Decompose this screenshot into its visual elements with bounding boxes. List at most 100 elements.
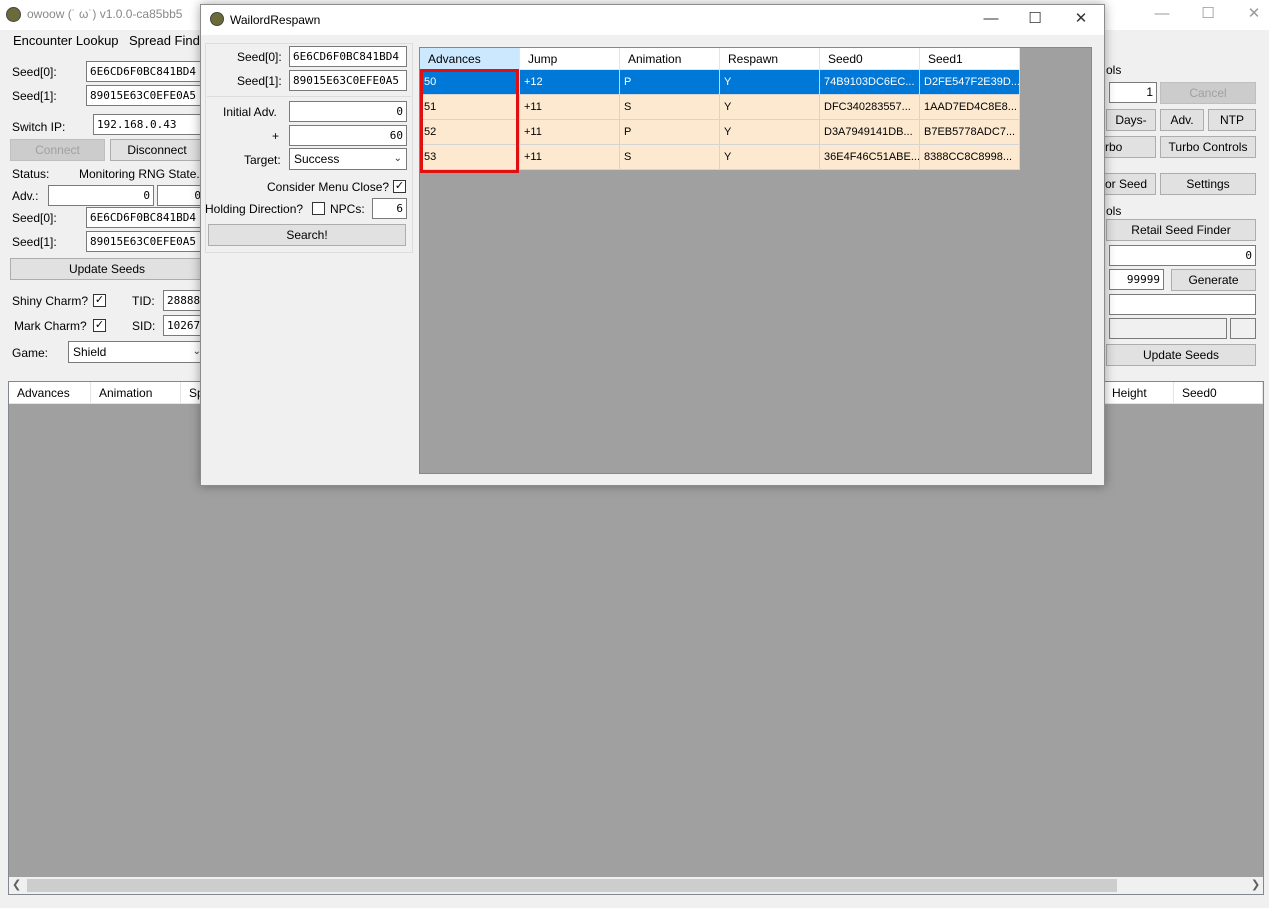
mark-charm-label: Mark Charm? (14, 319, 87, 333)
cell-animation: S (620, 145, 720, 170)
status-label: Status: (12, 167, 50, 181)
npcs-label: NPCs: (330, 202, 365, 216)
scroll-right-icon[interactable]: ❯ (1251, 878, 1260, 891)
adv-button[interactable]: Adv. (1160, 109, 1204, 131)
cell-animation: P (620, 70, 720, 95)
adv-label: Adv.: (12, 189, 39, 203)
cell-seed1: B7EB5778ADC7... (920, 120, 1020, 145)
dialog-seed1-label: Seed[1]: (237, 74, 282, 88)
tid-label: TID: (132, 294, 155, 308)
close-icon[interactable]: ✕ (1231, 0, 1269, 30)
cell-seed1: D2FE547F2E39D... (920, 70, 1020, 95)
result-field-1[interactable] (1109, 294, 1256, 315)
col-jump[interactable]: Jump (520, 48, 620, 70)
max-field[interactable]: 99999 (1109, 269, 1164, 290)
initial-adv-field[interactable]: 0 (289, 101, 407, 122)
cell-respawn: Y (720, 70, 820, 95)
dialog-app-icon (210, 12, 224, 26)
cell-seed0: 36E4F46C51ABE... (820, 145, 920, 170)
for-seed-button[interactable]: or Seed (1104, 173, 1156, 195)
consider-menu-close-checkbox[interactable]: ✓ (393, 180, 406, 193)
sid-field[interactable]: 10267 (163, 315, 205, 336)
game-select[interactable]: Shield ⌄ (68, 341, 206, 363)
settings-button[interactable]: Settings (1160, 173, 1256, 195)
col-respawn[interactable]: Respawn (720, 48, 820, 70)
tid-field[interactable]: 28888 (163, 290, 205, 311)
mark-charm-checkbox[interactable]: ✓ (93, 319, 106, 332)
seed1-field-2[interactable]: 89015E63C0EFE0A5 (86, 231, 206, 252)
main-col-seed0[interactable]: Seed0 (1174, 382, 1263, 404)
main-window-title: owoow (˙ ω˙) v1.0.0-ca85bb5 (27, 7, 183, 21)
connect-button[interactable]: Connect (10, 139, 105, 161)
dialog-results-grid[interactable]: Advances Jump Animation Respawn Seed0 Se… (419, 47, 1092, 474)
main-col-advances[interactable]: Advances (9, 382, 91, 404)
chevron-down-icon: ⌄ (393, 153, 402, 164)
cell-respawn: Y (720, 145, 820, 170)
dialog-seed0-field[interactable]: 6E6CD6F0BC841BD4 (289, 46, 407, 67)
retail-seed-finder-button[interactable]: Retail Seed Finder (1106, 219, 1256, 241)
minimize-icon[interactable]: — (1139, 0, 1185, 30)
cell-seed1: 8388CC8C8998... (920, 145, 1020, 170)
cell-seed1: 1AAD7ED4C8E8... (920, 95, 1020, 120)
result-field-2[interactable] (1109, 318, 1227, 339)
update-seeds-button[interactable]: Update Seeds (10, 258, 204, 280)
tools-group-label: ols (1106, 63, 1122, 77)
cell-jump: +12 (520, 70, 620, 95)
dialog-minimize-icon[interactable]: — (968, 5, 1014, 35)
tools-group-label-2: ols (1106, 204, 1122, 218)
search-button[interactable]: Search! (208, 224, 406, 246)
menu-encounter-lookup[interactable]: Encounter Lookup (13, 33, 119, 48)
holding-direction-checkbox[interactable] (312, 202, 325, 215)
col-animation[interactable]: Animation (620, 48, 720, 70)
advances-highlight-box (420, 69, 519, 173)
advances-range-field[interactable]: 60 (289, 125, 407, 146)
adv-field-2[interactable]: 0 (157, 185, 205, 206)
target-select-value: Success (294, 152, 340, 166)
maximize-icon[interactable]: ☐ (1185, 0, 1231, 30)
seed1-label: Seed[1]: (12, 89, 57, 103)
dialog-title: WailordRespawn (230, 13, 321, 27)
stepper-field[interactable]: 1 (1109, 82, 1157, 103)
wailord-respawn-dialog: WailordRespawn — ☐ ✕ Seed[0]: 6E6CD6F0BC… (200, 4, 1105, 486)
npcs-field[interactable]: 6 (372, 198, 407, 219)
main-col-animation[interactable]: Animation (91, 382, 181, 404)
dialog-maximize-icon[interactable]: ☐ (1012, 5, 1058, 35)
seed1-field[interactable]: 89015E63C0EFE0A5 (86, 85, 206, 106)
cell-seed0: 74B9103DC6EC... (820, 70, 920, 95)
turbo-controls-button[interactable]: Turbo Controls (1160, 136, 1256, 158)
seed0-field[interactable]: 6E6CD6F0BC841BD4 (86, 61, 206, 82)
cell-respawn: Y (720, 95, 820, 120)
generate-button[interactable]: Generate (1171, 269, 1256, 291)
scrollbar-thumb[interactable] (27, 879, 1117, 892)
shiny-charm-checkbox[interactable]: ✓ (93, 294, 106, 307)
cell-respawn: Y (720, 120, 820, 145)
shiny-charm-label: Shiny Charm? (12, 294, 89, 308)
main-col-height[interactable]: Height (1104, 382, 1174, 404)
disconnect-button[interactable]: Disconnect (110, 139, 204, 161)
dialog-seed0-label: Seed[0]: (237, 50, 282, 64)
switch-ip-field[interactable]: 192.168.0.43 (93, 114, 203, 135)
game-select-value: Shield (73, 345, 107, 359)
min-field[interactable]: 0 (1109, 245, 1256, 266)
seed0-field-2[interactable]: 6E6CD6F0BC841BD4 (86, 207, 206, 228)
ntp-button[interactable]: NTP (1208, 109, 1256, 131)
game-label: Game: (12, 346, 49, 360)
adv-field-1[interactable]: 0 (48, 185, 154, 206)
col-seed1[interactable]: Seed1 (920, 48, 1020, 70)
days-button[interactable]: Days- (1106, 109, 1156, 131)
dialog-seed1-field[interactable]: 89015E63C0EFE0A5 (289, 70, 407, 91)
col-seed0[interactable]: Seed0 (820, 48, 920, 70)
update-seeds-button-right[interactable]: Update Seeds (1106, 344, 1256, 366)
scroll-left-icon[interactable]: ❮ (12, 878, 21, 891)
turbo-button[interactable]: rbo (1104, 136, 1156, 158)
consider-menu-close-label: Consider Menu Close? (267, 180, 390, 194)
col-advances[interactable]: Advances (420, 48, 520, 70)
cancel-button[interactable]: Cancel (1160, 82, 1256, 104)
target-select[interactable]: Success ⌄ (289, 148, 407, 170)
status-value: Monitoring RNG State... (79, 167, 207, 181)
horizontal-scrollbar[interactable]: ❮ ❯ (9, 877, 1263, 894)
cell-animation: S (620, 95, 720, 120)
result-field-3[interactable] (1230, 318, 1256, 339)
dialog-close-icon[interactable]: ✕ (1058, 5, 1104, 35)
app-icon (6, 7, 21, 22)
